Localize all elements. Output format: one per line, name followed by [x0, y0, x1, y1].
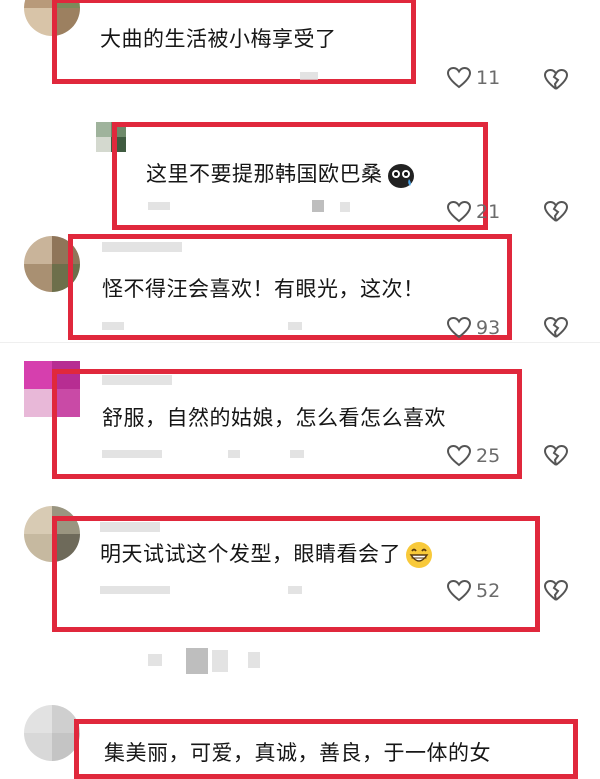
redacted-username — [100, 522, 160, 532]
comment-item: 怪不得汪会喜欢！有眼光，这次！ 93 — [0, 230, 600, 342]
redacted-meta — [212, 650, 228, 672]
heart-outline-icon — [446, 316, 472, 339]
redacted-meta — [288, 586, 302, 594]
redacted-meta — [300, 72, 318, 80]
like-button[interactable]: 93 — [446, 316, 500, 340]
comment-text: 明天试试这个发型，眼睛看会了 — [100, 540, 434, 570]
like-count: 21 — [476, 201, 501, 223]
like-button[interactable]: 25 — [446, 444, 500, 468]
highlight-box — [52, 516, 540, 632]
redacted-meta — [288, 322, 302, 330]
divider — [0, 342, 600, 343]
avatar[interactable] — [24, 705, 80, 761]
redacted-meta — [102, 322, 124, 330]
comment-text: 怪不得汪会喜欢！有眼光，这次！ — [102, 277, 425, 301]
redacted-meta — [290, 450, 304, 458]
redacted-meta — [312, 200, 324, 212]
broken-heart-icon[interactable] — [543, 444, 569, 468]
redacted-meta — [148, 654, 162, 666]
broken-heart-icon[interactable] — [543, 579, 569, 603]
comment-text: 舒服，自然的姑娘，怎么看怎么喜欢 — [102, 406, 446, 430]
comment-text: 这里不要提那韩国欧巴桑 — [146, 160, 416, 189]
broken-heart-icon[interactable] — [543, 68, 569, 92]
heart-outline-icon — [446, 579, 472, 602]
redacted-username — [102, 242, 182, 252]
comment-item: 舒服，自然的姑娘，怎么看怎么喜欢 25 — [0, 355, 600, 485]
heart-outline-icon — [446, 66, 472, 89]
comment-item: 明天试试这个发型，眼睛看会了 52 — [0, 500, 600, 640]
like-button[interactable]: 21 — [446, 200, 500, 224]
reply-item: 这里不要提那韩国欧巴桑 21 — [0, 110, 600, 230]
heart-outline-icon — [446, 200, 472, 223]
comment-item: 集美丽，可爱，真诚，善良，于一体的女 — [0, 695, 600, 779]
broken-heart-icon[interactable] — [543, 316, 569, 340]
comment-text: 大曲的生活被小梅享受了 — [100, 27, 337, 51]
redacted-meta — [100, 586, 170, 594]
heart-outline-icon — [446, 444, 472, 467]
redacted-meta — [186, 648, 208, 674]
dark-blob-emoji — [387, 164, 414, 188]
like-count: 11 — [476, 67, 501, 89]
like-count: 52 — [476, 580, 501, 602]
redacted-meta — [228, 450, 240, 458]
broken-heart-icon[interactable] — [543, 200, 569, 224]
replies-row[interactable] — [0, 640, 600, 690]
redacted-meta — [148, 202, 170, 210]
like-button[interactable]: 52 — [446, 579, 500, 603]
comment-text: 集美丽，可爱，真诚，善良，于一体的女 — [104, 741, 491, 765]
redacted-meta — [340, 202, 350, 212]
redacted-meta — [248, 652, 260, 668]
grinning-face-emoji — [406, 542, 432, 568]
like-count: 93 — [476, 317, 501, 339]
comment-item: 大曲的生活被小梅享受了 11 — [0, 0, 600, 110]
like-button[interactable]: 11 — [446, 66, 500, 90]
like-count: 25 — [476, 445, 501, 467]
redacted-meta — [102, 450, 162, 458]
redacted-username — [102, 375, 172, 385]
